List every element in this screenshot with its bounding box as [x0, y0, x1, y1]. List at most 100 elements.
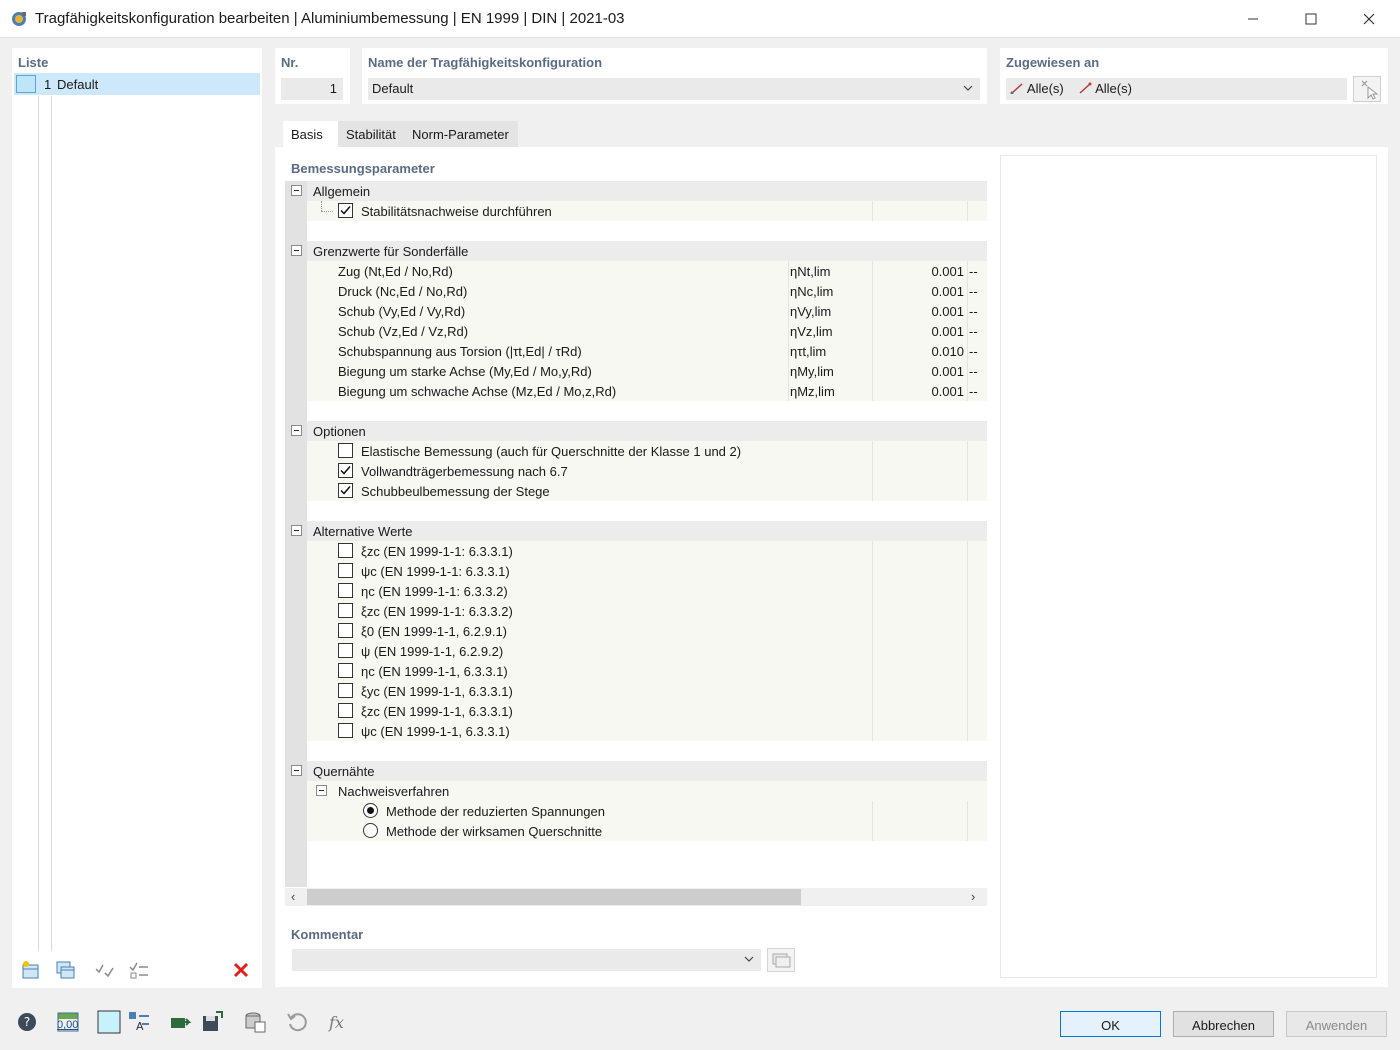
- radio-reduced-stresses[interactable]: [363, 803, 378, 818]
- horizontal-scrollbar[interactable]: ‹ ›: [285, 888, 987, 906]
- collapse-icon[interactable]: [291, 185, 302, 196]
- column-separator: [872, 641, 873, 661]
- new-item-icon: [22, 961, 39, 979]
- scrollbar-thumb[interactable]: [307, 889, 801, 905]
- number-panel: Nr. 1: [275, 48, 350, 104]
- copy-item-button[interactable]: [52, 958, 78, 982]
- column-separator: [967, 561, 968, 581]
- column-separator: [872, 721, 873, 741]
- group-allgemein[interactable]: Allgemein: [307, 181, 987, 201]
- ok-button[interactable]: OK: [1060, 1011, 1161, 1037]
- column-separator: [872, 581, 873, 601]
- database-button[interactable]: [241, 1009, 269, 1035]
- checkbox-alternative[interactable]: [338, 543, 353, 558]
- alternative-label: ξyc (EN 1999-1-1, 6.3.3.1): [361, 684, 513, 699]
- units-button[interactable]: 0,00: [54, 1009, 82, 1035]
- limit-value[interactable]: 0.001: [873, 384, 967, 399]
- number-field[interactable]: 1: [281, 78, 343, 100]
- collapse-icon[interactable]: [291, 425, 302, 436]
- limit-value[interactable]: 0.001: [873, 284, 967, 299]
- maximize-button[interactable]: [1282, 0, 1340, 38]
- checkbox-alternative[interactable]: [338, 703, 353, 718]
- checkbox-alternative[interactable]: [338, 683, 353, 698]
- checkbox-alternative[interactable]: [338, 663, 353, 678]
- checkbox-alternative[interactable]: [338, 623, 353, 638]
- close-button[interactable]: [1340, 0, 1398, 38]
- apply-button[interactable]: Anwenden: [1286, 1011, 1387, 1037]
- chevron-down-icon[interactable]: [962, 82, 974, 94]
- svg-text:fx: fx: [328, 1013, 344, 1032]
- limit-value[interactable]: 0.001: [873, 264, 967, 279]
- import-button[interactable]: [166, 1009, 194, 1035]
- tab-basis[interactable]: Basis: [283, 121, 338, 147]
- name-combobox[interactable]: Default: [368, 78, 980, 100]
- limit-value[interactable]: 0.010: [873, 344, 967, 359]
- delete-icon: [233, 962, 249, 978]
- radio-effective-sections[interactable]: [363, 823, 378, 838]
- group-grenzwerte[interactable]: Grenzwerte für Sonderfälle: [307, 241, 987, 261]
- comment-library-button[interactable]: [767, 948, 795, 972]
- group-quernaehte[interactable]: Quernähte: [307, 761, 987, 781]
- limit-value[interactable]: 0.001: [873, 364, 967, 379]
- collapse-icon[interactable]: [291, 245, 302, 256]
- checkbox-alternative[interactable]: [338, 603, 353, 618]
- decimal-value: 0,00: [57, 1019, 79, 1031]
- checkbox-alternative[interactable]: [338, 643, 353, 658]
- collapse-icon[interactable]: [316, 785, 327, 796]
- limit-value[interactable]: 0.001: [873, 304, 967, 319]
- checkbox-elastic[interactable]: [338, 443, 353, 458]
- limit-row: Zug (Nt,Ed / No,Rd) ηNt,lim 0.001 --: [307, 261, 987, 281]
- checkbox-alternative[interactable]: [338, 563, 353, 578]
- collapse-icon[interactable]: [291, 765, 302, 776]
- check-items-button[interactable]: [92, 958, 118, 982]
- group-alternative-werte[interactable]: Alternative Werte: [307, 521, 987, 541]
- column-separator: [967, 641, 968, 661]
- subgroup-row[interactable]: Nachweisverfahren: [307, 781, 987, 801]
- radio-row: Methode der wirksamen Querschnitte: [307, 821, 987, 841]
- collapse-icon[interactable]: [291, 525, 302, 536]
- uncheck-items-button[interactable]: [126, 958, 152, 982]
- display-button[interactable]: A: [125, 1009, 153, 1035]
- column-separator: [967, 701, 968, 721]
- checkbox-shear-buckling[interactable]: [338, 483, 353, 498]
- assigned-field[interactable]: Alle(s) Alle(s): [1006, 78, 1347, 100]
- alternative-label: ψc (EN 1999-1-1, 6.3.3.1): [361, 724, 510, 739]
- limit-value[interactable]: 0.001: [873, 324, 967, 339]
- comment-combobox[interactable]: [292, 949, 761, 971]
- limit-label: Druck (Nc,Ed / No,Rd): [338, 284, 468, 299]
- assigned-member-sets: Alle(s): [1095, 81, 1132, 96]
- limit-row: Biegung um starke Achse (My,Ed / Mo,y,Rd…: [307, 361, 987, 381]
- subgroup-label: Nachweisverfahren: [338, 784, 450, 799]
- chevron-down-icon[interactable]: [743, 953, 755, 965]
- minimize-button[interactable]: [1224, 0, 1282, 38]
- member-icon: [1010, 83, 1023, 95]
- column-separator: [967, 601, 968, 621]
- checkbox-plate-girder[interactable]: [338, 463, 353, 478]
- help-button[interactable]: ?: [13, 1009, 41, 1035]
- column-separator: [872, 621, 873, 641]
- group-optionen[interactable]: Optionen: [307, 421, 987, 441]
- delete-item-button[interactable]: [228, 958, 254, 982]
- tab-norm-parameter[interactable]: Norm-Parameter: [404, 121, 518, 147]
- checkbox-alternative[interactable]: [338, 723, 353, 738]
- list-item[interactable]: 1 Default: [14, 73, 260, 95]
- scroll-right-icon[interactable]: ›: [971, 889, 975, 904]
- close-icon: [1363, 13, 1375, 25]
- save-button[interactable]: [198, 1009, 226, 1035]
- scroll-left-icon[interactable]: ‹: [291, 889, 295, 904]
- formula-button[interactable]: fx: [325, 1009, 353, 1035]
- alternative-label: ηc (EN 1999-1-1: 6.3.3.2): [361, 584, 508, 599]
- reset-button[interactable]: [283, 1009, 311, 1035]
- color-button[interactable]: [95, 1009, 123, 1035]
- tab-stabilitaet[interactable]: Stabilität: [338, 121, 404, 147]
- option-row: Stabilitätsnachweise durchführen: [307, 201, 987, 221]
- new-item-button[interactable]: [18, 958, 44, 982]
- checkbox-stability[interactable]: [338, 203, 353, 218]
- column-separator: [967, 821, 968, 841]
- cancel-button[interactable]: Abbrechen: [1173, 1011, 1274, 1037]
- check-icon: [340, 206, 351, 215]
- checkbox-alternative[interactable]: [338, 583, 353, 598]
- reset-icon: [287, 1013, 307, 1032]
- radio-label: Methode der reduzierten Spannungen: [386, 804, 605, 819]
- select-objects-button[interactable]: [1353, 76, 1381, 102]
